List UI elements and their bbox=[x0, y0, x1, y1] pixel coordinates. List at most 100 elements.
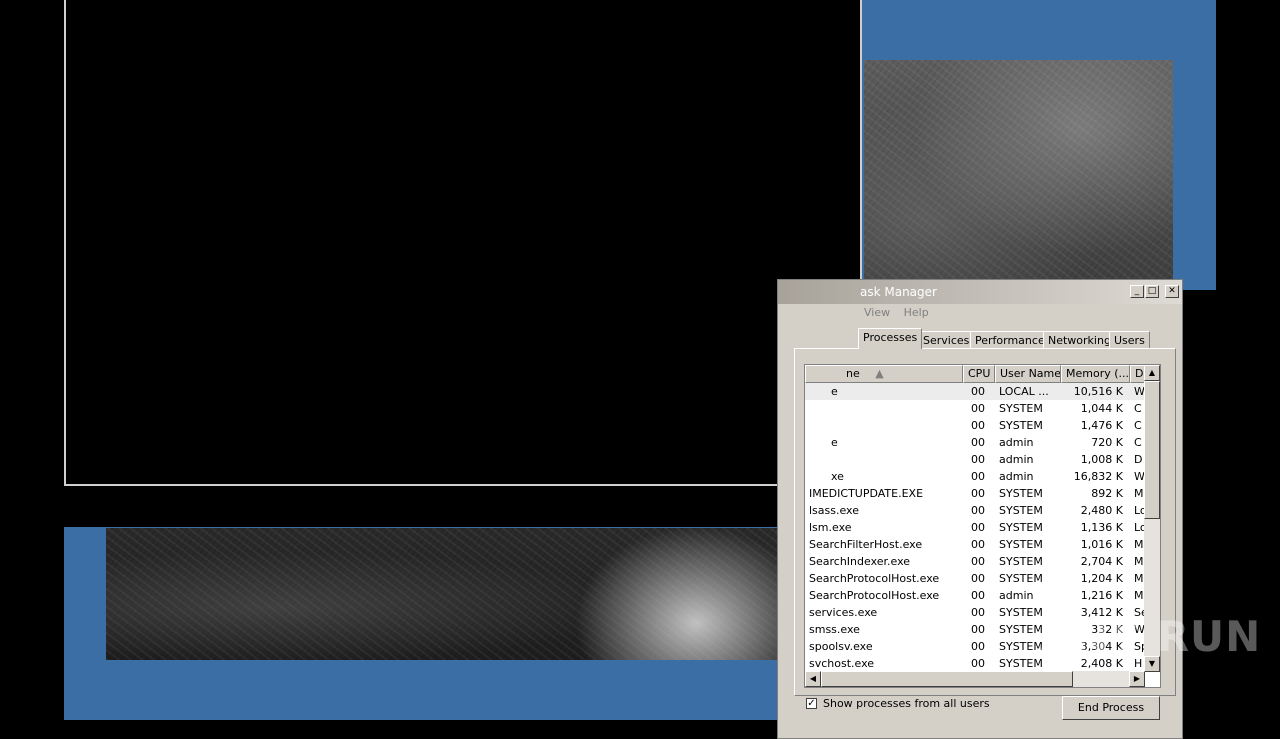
tab-performance[interactable]: Performance bbox=[970, 331, 1050, 349]
show-all-processes-label: Show processes from all users bbox=[823, 697, 990, 710]
process-user: admin bbox=[999, 470, 1034, 483]
process-cpu: 00 bbox=[971, 521, 985, 534]
process-cpu: 00 bbox=[971, 640, 985, 653]
process-cpu: 00 bbox=[971, 555, 985, 568]
process-user: admin bbox=[999, 436, 1034, 449]
process-user: admin bbox=[999, 453, 1034, 466]
column-header-cpu[interactable]: CPU bbox=[963, 365, 995, 383]
process-user: SYSTEM bbox=[999, 504, 1043, 517]
process-cpu: 00 bbox=[971, 470, 985, 483]
table-row[interactable]: 00 SYSTEM 1,044 KC bbox=[805, 400, 1145, 417]
process-name: SearchProtocolHost.exe bbox=[809, 572, 940, 585]
process-cpu: 00 bbox=[971, 419, 985, 432]
process-name: e bbox=[831, 385, 838, 398]
process-memory: 1,216 K bbox=[1080, 589, 1123, 602]
process-cpu: 00 bbox=[971, 538, 985, 551]
table-row[interactable]: lsm.exe 00 SYSTEM 1,136 K Lo bbox=[805, 519, 1146, 536]
process-memory: 892 K bbox=[1091, 487, 1123, 500]
process-name: SearchProtocolHost.exe bbox=[809, 589, 940, 602]
task-manager-window[interactable]: ask Manager _ □ ✕ View Help Processes Se… bbox=[777, 279, 1183, 739]
process-memory: 2,704 K bbox=[1080, 555, 1123, 568]
process-cpu: 00 bbox=[971, 436, 985, 449]
table-row[interactable]: SearchFilterHost.exe 00 SYSTEM 1,016 KM bbox=[805, 536, 1145, 553]
process-memory: 16,832 K bbox=[1073, 470, 1123, 483]
process-cpu: 00 bbox=[971, 504, 985, 517]
process-memory: 1,476 K bbox=[1080, 419, 1123, 432]
process-user: SYSTEM bbox=[999, 402, 1043, 415]
scroll-left-arrow-icon[interactable]: ◀ bbox=[805, 671, 821, 687]
process-memory: 1,204 K bbox=[1080, 572, 1123, 585]
scroll-right-arrow-icon[interactable]: ▶ bbox=[1129, 671, 1145, 687]
column-header-user-name[interactable]: User Name bbox=[995, 365, 1061, 383]
table-row[interactable]: 00 SYSTEM 1,476 KC bbox=[805, 417, 1145, 434]
process-memory: 2,480 K bbox=[1080, 504, 1123, 517]
column-header-image-name[interactable]: ne ▲ bbox=[805, 365, 963, 383]
process-user: SYSTEM bbox=[999, 572, 1043, 585]
table-row[interactable]: SearchIndexer.exe 00 SYSTEM 2,704 KM bbox=[805, 553, 1145, 570]
process-name: xe bbox=[831, 470, 844, 483]
scroll-thumb[interactable] bbox=[1144, 381, 1160, 519]
menu-help[interactable]: Help bbox=[904, 306, 929, 319]
end-process-button[interactable]: End Process bbox=[1062, 696, 1160, 720]
window-title: ask Manager bbox=[860, 285, 937, 299]
table-row[interactable]: e 00 admin 720 KC bbox=[805, 434, 1145, 451]
process-name: IMEDICTUPDATE.EXE bbox=[809, 487, 924, 500]
process-memory: 720 K bbox=[1091, 436, 1123, 449]
process-cpu: 00 bbox=[971, 487, 985, 500]
menu-view[interactable]: View bbox=[864, 306, 890, 319]
process-name: lsm.exe bbox=[809, 521, 852, 534]
process-name: services.exe bbox=[809, 606, 878, 619]
table-row[interactable]: IMEDICTUPDATE.EXE 00 SYSTEM 892 KM bbox=[805, 485, 1145, 502]
tab-users[interactable]: Users bbox=[1109, 331, 1150, 349]
process-user: SYSTEM bbox=[999, 555, 1043, 568]
wallpaper-image-bottom bbox=[106, 528, 778, 660]
process-user: SYSTEM bbox=[999, 521, 1043, 534]
table-row[interactable]: SearchProtocolHost.exe 00 SYSTEM 1,204 KM bbox=[805, 570, 1145, 587]
table-row[interactable]: xe 00 admin 16,832 KW bbox=[805, 468, 1145, 485]
process-cpu: 00 bbox=[971, 385, 985, 398]
anyrun-watermark-logo: ANY RUN bbox=[1040, 612, 1262, 661]
process-user: admin bbox=[999, 589, 1034, 602]
process-name: svchost.exe bbox=[809, 657, 875, 670]
wallpaper-image-top bbox=[864, 60, 1173, 290]
process-user: SYSTEM bbox=[999, 419, 1043, 432]
table-row[interactable]: 00 admin 1,008 KD bbox=[805, 451, 1145, 468]
process-memory: 1,016 K bbox=[1080, 538, 1123, 551]
process-memory: 1,136 K bbox=[1080, 521, 1123, 534]
process-user: LOCAL ... bbox=[999, 385, 1049, 398]
tab-processes[interactable]: Processes bbox=[858, 328, 923, 349]
process-cpu: 00 bbox=[971, 589, 985, 602]
title-bar[interactable]: ask Manager _ □ ✕ bbox=[778, 280, 1182, 304]
table-row[interactable]: e 00 LOCAL ... 10,516 KW bbox=[805, 383, 1145, 400]
blank-black-window[interactable] bbox=[64, 0, 862, 486]
minimize-button[interactable]: _ bbox=[1130, 285, 1144, 298]
process-cpu: 00 bbox=[971, 402, 985, 415]
process-name: SearchFilterHost.exe bbox=[809, 538, 923, 551]
process-name: smss.exe bbox=[809, 623, 860, 636]
process-cpu: 00 bbox=[971, 623, 985, 636]
process-name: SearchIndexer.exe bbox=[809, 555, 911, 568]
show-all-processes-checkbox[interactable]: ✓ bbox=[806, 698, 817, 709]
table-row[interactable]: lsass.exe 00 SYSTEM 2,480 K Lo bbox=[805, 502, 1146, 519]
tab-services[interactable]: Services bbox=[918, 331, 975, 349]
process-name: lsass.exe bbox=[809, 504, 859, 517]
column-header-memory[interactable]: Memory (... bbox=[1061, 365, 1130, 383]
process-cpu: 00 bbox=[971, 606, 985, 619]
process-user: SYSTEM bbox=[999, 487, 1043, 500]
process-cpu: 00 bbox=[971, 572, 985, 585]
process-memory: 10,516 K bbox=[1073, 385, 1123, 398]
process-cpu: 00 bbox=[971, 453, 985, 466]
process-memory: 1,044 K bbox=[1080, 402, 1123, 415]
horizontal-scrollbar[interactable]: ◀ ▶ bbox=[805, 671, 1145, 687]
tab-networking[interactable]: Networking bbox=[1043, 331, 1116, 349]
table-row[interactable]: SearchProtocolHost.exe 00 admin 1,216 KM bbox=[805, 587, 1145, 604]
sort-ascending-icon: ▲ bbox=[875, 367, 884, 380]
process-name: spoolsv.exe bbox=[809, 640, 873, 653]
process-cpu: 00 bbox=[971, 657, 985, 670]
process-memory: 1,008 K bbox=[1080, 453, 1123, 466]
close-button[interactable]: ✕ bbox=[1165, 285, 1179, 298]
menu-bar: View Help bbox=[864, 306, 939, 319]
scroll-up-arrow-icon[interactable]: ▲ bbox=[1144, 365, 1160, 381]
horizontal-scroll-thumb[interactable] bbox=[821, 671, 1073, 687]
maximize-button[interactable]: □ bbox=[1145, 285, 1159, 298]
